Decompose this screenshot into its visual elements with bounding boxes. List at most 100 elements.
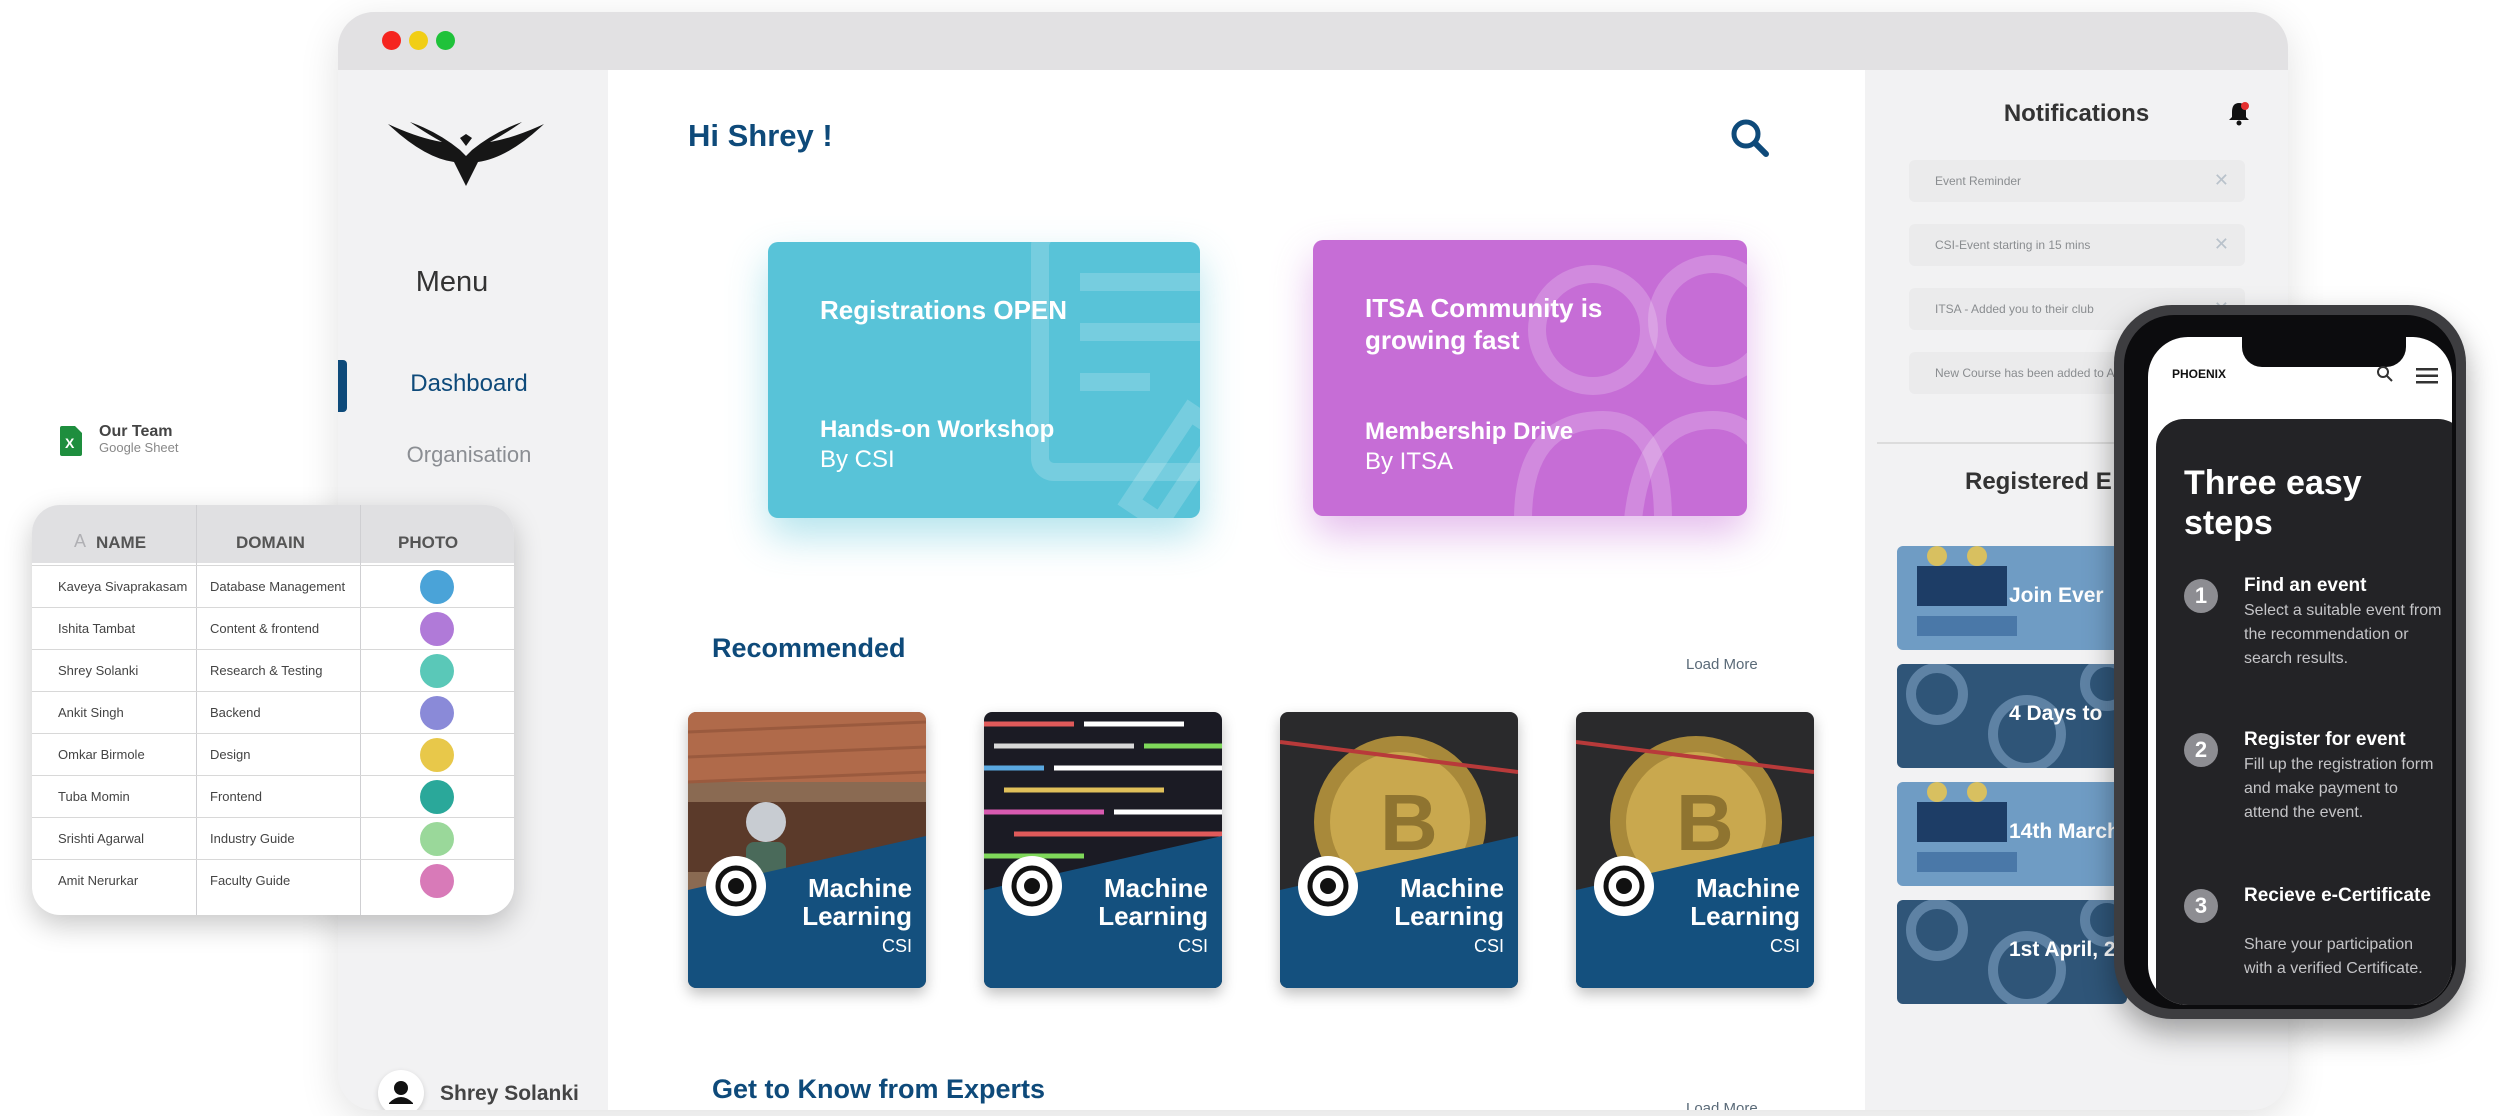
promo-org: By CSI: [820, 446, 895, 473]
sheet-name[interactable]: Our Team: [99, 423, 173, 441]
table-row[interactable]: Ankit Singh Backend: [32, 691, 514, 733]
step-number: 1: [2184, 579, 2218, 613]
registered-event-text: 14th March,: [2009, 820, 2126, 843]
minimize-window-button[interactable]: [409, 31, 428, 50]
table-header: A NAME DOMAIN PHOTO: [32, 505, 514, 563]
table-row[interactable]: Tuba Momin Frontend: [32, 775, 514, 817]
registered-event-card[interactable]: 4 Days to: [1897, 664, 2127, 768]
registered-event-text: Join Ever: [2009, 584, 2104, 607]
step-title: Recieve e-Certificate: [2244, 885, 2431, 906]
user-name[interactable]: Shrey Solanki: [440, 1082, 579, 1106]
cell-domain: Frontend: [210, 789, 263, 804]
event-card[interactable]: Machine Learning CSI: [984, 712, 1222, 988]
table-row[interactable]: Srishti Agarwal Industry Guide: [32, 817, 514, 859]
cell-domain: Design: [210, 747, 251, 762]
close-window-button[interactable]: [382, 31, 401, 50]
card-org: CSI: [1769, 936, 1800, 956]
table-row[interactable]: Shrey Solanki Research & Testing: [32, 649, 514, 691]
member-photo: [420, 696, 454, 730]
phone-screen: PHOENIX Three easy steps 1 Find an event…: [2148, 337, 2452, 1005]
maximize-window-button[interactable]: [436, 31, 455, 50]
card-title: Machine Learning: [802, 873, 912, 931]
notification-text: ITSA - Added you to their club: [1935, 302, 2094, 316]
cell-name: Tuba Momin: [58, 789, 130, 804]
title-bar: [338, 12, 2288, 70]
member-photo: [420, 570, 454, 604]
event-card[interactable]: Machine Learning CSI: [688, 712, 926, 988]
registered-events-heading: Registered E: [1965, 468, 2112, 495]
notification-text: Event Reminder: [1935, 174, 2022, 188]
sheet-subtitle: Google Sheet: [99, 440, 179, 455]
sidebar-item-dashboard[interactable]: Dashboard: [338, 370, 600, 398]
promo-card-registrations[interactable]: Registrations OPEN Hands-on Workshop By …: [768, 242, 1200, 518]
step-number: 2: [2184, 733, 2218, 767]
member-photo: [420, 780, 454, 814]
event-card[interactable]: B Machine Learning CSI: [1576, 712, 1814, 988]
card-org: CSI: [881, 936, 912, 956]
column-header-domain[interactable]: DOMAIN: [236, 533, 305, 553]
table-row[interactable]: Ishita Tambat Content & frontend: [32, 607, 514, 649]
phone-notch: [2242, 337, 2406, 367]
target-icon: [1298, 856, 1358, 916]
step-title: Find an event: [2244, 575, 2367, 596]
recommended-load-more-link[interactable]: Load More: [1686, 656, 1758, 673]
column-header-name[interactable]: NAME: [96, 533, 146, 553]
svg-text:X: X: [65, 435, 75, 451]
step-description: Select a suitable event from the recomme…: [2244, 602, 2442, 667]
notification-item[interactable]: CSI-Event starting in 15 mins ✕: [1909, 224, 2245, 266]
close-icon[interactable]: ✕: [2214, 170, 2229, 191]
sidebar-item-organisation[interactable]: Organisation: [338, 442, 600, 468]
recommended-heading: Recommended: [712, 633, 906, 663]
step-number: 3: [2184, 889, 2218, 923]
notifications-heading: Notifications: [2003, 100, 2150, 127]
menu-title: Menu: [415, 266, 489, 298]
event-card[interactable]: B Machine Learning CSI: [1280, 712, 1518, 988]
step-description: Fill up the registration form and make p…: [2244, 756, 2434, 821]
member-photo: [420, 612, 454, 646]
close-icon[interactable]: ✕: [2214, 234, 2229, 255]
target-icon: [706, 856, 766, 916]
registered-event-text: 4 Days to: [2009, 702, 2103, 725]
cell-name: Srishti Agarwal: [58, 831, 144, 846]
table-row[interactable]: Kaveya Sivaprakasam Database Management: [32, 565, 514, 607]
cell-name: Amit Nerurkar: [58, 873, 139, 888]
sheets-file-icon[interactable]: X: [60, 426, 82, 456]
table-row[interactable]: Amit Nerurkar Faculty Guide: [32, 859, 514, 901]
table-row[interactable]: Omkar Birmole Design: [32, 733, 514, 775]
form-icon: [1031, 242, 1200, 518]
registered-event-card[interactable]: Join Ever: [1897, 546, 2127, 650]
bell-icon[interactable]: [2227, 100, 2251, 126]
promo-card-community[interactable]: ITSA Community is growing fast Membershi…: [1313, 240, 1747, 516]
user-avatar[interactable]: [378, 1070, 424, 1110]
promo-subtitle: Hands-on Workshop: [820, 416, 1055, 443]
registered-event-card[interactable]: 14th March,: [1897, 782, 2127, 886]
cell-name: Kaveya Sivaprakasam: [58, 579, 188, 594]
search-icon[interactable]: [2376, 365, 2394, 383]
target-icon: [1594, 856, 1654, 916]
cell-domain: Backend: [210, 705, 261, 720]
sort-icon[interactable]: A: [74, 531, 86, 552]
promo-title: ITSA Community is growing fast: [1365, 293, 1603, 355]
notification-text: CSI-Event starting in 15 mins: [1935, 238, 2091, 252]
phone-brand[interactable]: PHOENIX: [2172, 367, 2226, 381]
notification-item[interactable]: Event Reminder ✕: [1909, 160, 2245, 202]
steps-panel: Three easy steps 1 Find an event Select …: [2156, 419, 2452, 1005]
registered-event-card[interactable]: 1st April, 20: [1897, 900, 2127, 1004]
card-org: CSI: [1177, 936, 1208, 956]
greeting-heading: Hi Shrey !: [688, 118, 833, 153]
cell-domain: Faculty Guide: [210, 873, 291, 888]
search-icon[interactable]: [1728, 116, 1772, 160]
user-icon: [389, 1081, 413, 1104]
target-icon: [1002, 856, 1062, 916]
promo-org: By ITSA: [1365, 448, 1454, 475]
member-photo: [420, 654, 454, 688]
cell-name: Ishita Tambat: [58, 621, 136, 636]
phoenix-logo-icon[interactable]: [384, 116, 548, 188]
step-title: Register for event: [2244, 729, 2406, 750]
hamburger-menu-icon[interactable]: [2416, 368, 2438, 384]
experts-load-more-link[interactable]: Load More: [1686, 1100, 1758, 1110]
cell-domain: Research & Testing: [210, 663, 323, 678]
member-photo: [420, 864, 454, 898]
community-icon: [1514, 255, 1747, 516]
column-header-photo[interactable]: PHOTO: [398, 533, 458, 553]
